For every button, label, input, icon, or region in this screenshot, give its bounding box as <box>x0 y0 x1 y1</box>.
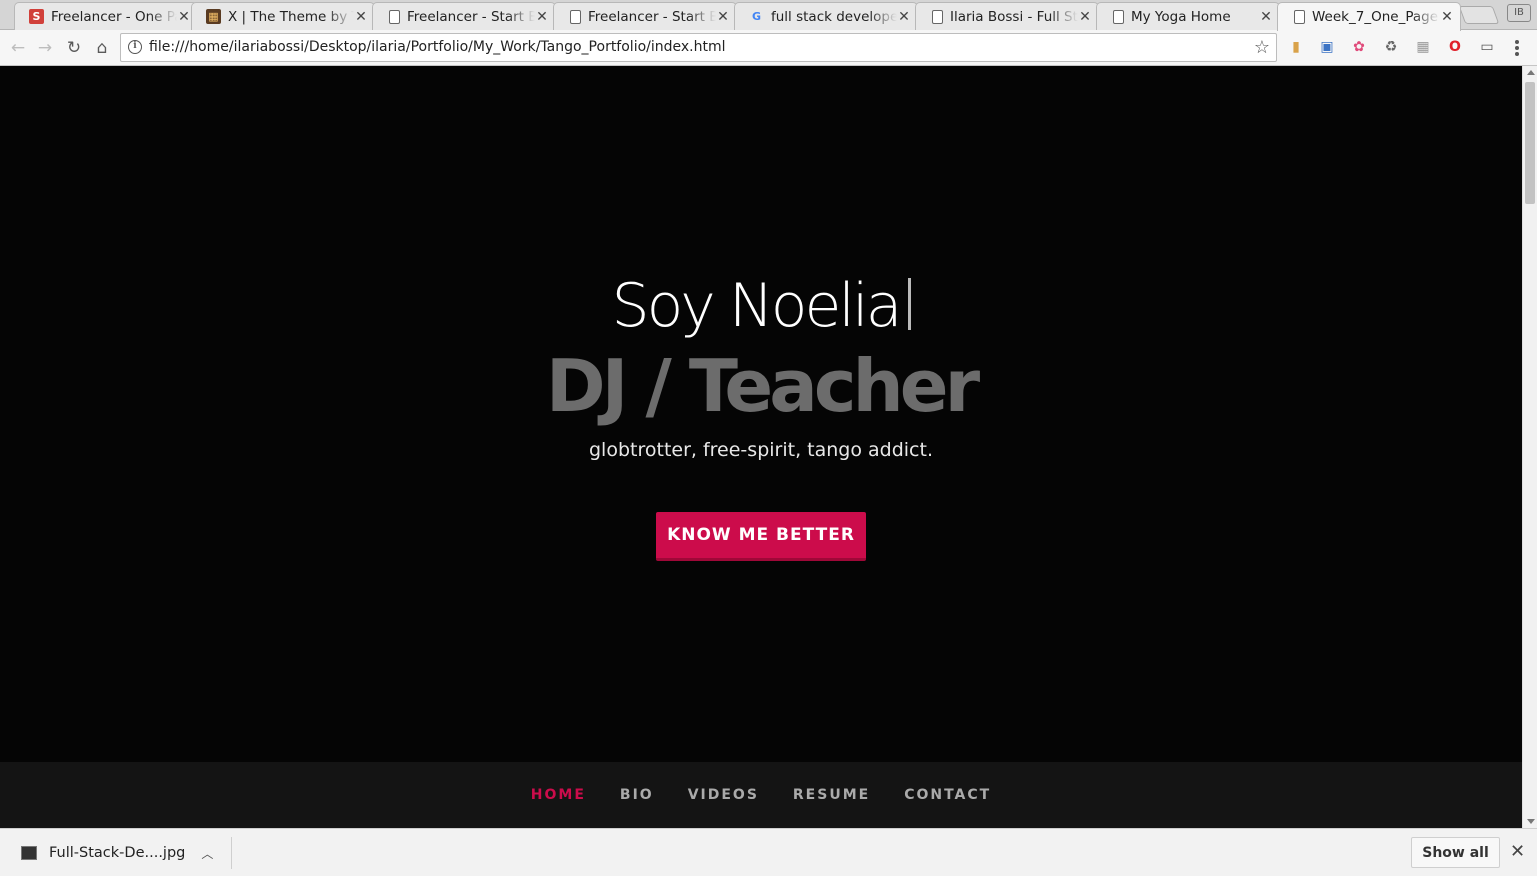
tab-title: X | The Theme by Themeco <box>228 8 354 25</box>
bookmark-extension-icon[interactable]: ▮ <box>1287 38 1305 56</box>
show-all-button[interactable]: Show all <box>1411 837 1500 868</box>
hero-tagline: globtrotter, free-spirit, tango addict. <box>589 439 933 461</box>
tab-title: full stack developer <box>771 8 897 25</box>
hero-greeting: Soy Noelia <box>0 266 1522 346</box>
address-bar[interactable]: i file:///home/ilariabossi/Desktop/ilari… <box>120 33 1277 62</box>
page-icon <box>389 9 400 24</box>
browser-tab[interactable]: S Freelancer - One Page ✕ <box>14 2 198 30</box>
tab-title: Ilaria Bossi - Full Stack <box>950 8 1078 25</box>
download-filename[interactable]: Full-Stack-De....jpg <box>49 845 185 861</box>
hero-role: DJ / Teacher <box>545 344 980 428</box>
download-item[interactable]: Full-Stack-De....jpg ︿ <box>14 837 232 869</box>
tab-title: Freelancer - One Page <box>51 8 177 25</box>
page-icon <box>570 9 581 24</box>
nav-link-contact[interactable]: CONTACT <box>887 787 1008 803</box>
google-icon: G <box>751 10 762 23</box>
nav-link-home[interactable]: HOME <box>514 787 603 803</box>
browser-tab[interactable]: Ilaria Bossi - Full Stack ✕ <box>915 2 1099 30</box>
tab-title: My Yoga Home <box>1131 8 1231 25</box>
nav-link-videos[interactable]: VIDEOS <box>671 787 776 803</box>
browser-tab[interactable]: Freelancer - Start Bootstrap ✕ <box>372 2 556 30</box>
cast-icon[interactable]: ▭ <box>1478 38 1496 56</box>
chevron-up-icon[interactable]: ︿ <box>201 845 213 862</box>
recycle-extension-icon[interactable]: ♻ <box>1382 38 1400 56</box>
tab-title: Freelancer - Start Bootstrap <box>588 8 716 25</box>
browser-tab[interactable]: ▦ X | The Theme by Themeco ✕ <box>191 2 375 30</box>
new-tab-button[interactable] <box>1458 6 1500 24</box>
x-theme-icon: ▦ <box>206 9 221 24</box>
tab-title: Week_7_One_Page <box>1312 9 1438 25</box>
vertical-scrollbar[interactable] <box>1522 66 1537 828</box>
hero-section: Soy Noelia DJ / Teacher globtrotter, fre… <box>0 66 1522 762</box>
close-icon[interactable]: ✕ <box>177 9 191 25</box>
back-arrow-icon[interactable]: ← <box>6 36 30 60</box>
scroll-down-arrow-icon[interactable] <box>1527 819 1535 824</box>
close-icon[interactable]: ✕ <box>1078 9 1092 25</box>
image-file-icon <box>21 846 37 860</box>
browser-toolbar: ← → ↻ ⌂ i file:///home/ilariabossi/Deskt… <box>0 30 1537 66</box>
page-viewport: Soy Noelia DJ / Teacher globtrotter, fre… <box>0 66 1522 828</box>
close-icon[interactable]: ✕ <box>897 9 911 25</box>
site-navbar: HOME BIO VIDEOS RESUME CONTACT <box>0 762 1522 828</box>
browser-tab[interactable]: My Yoga Home ✕ <box>1096 2 1280 30</box>
know-me-better-button[interactable]: KNOW ME BETTER <box>656 512 866 561</box>
page-icon <box>1113 9 1124 24</box>
grid-extension-icon[interactable]: ▦ <box>1414 38 1432 56</box>
nav-link-bio[interactable]: BIO <box>603 787 671 803</box>
page-icon <box>1294 10 1305 24</box>
url-text[interactable]: file:///home/ilariabossi/Desktop/ilaria/… <box>149 39 726 55</box>
browser-tab-active[interactable]: Week_7_One_Page ✕ <box>1277 2 1461 31</box>
info-icon[interactable]: i <box>128 40 142 54</box>
close-icon[interactable]: ✕ <box>1440 9 1454 25</box>
close-icon[interactable]: ✕ <box>354 9 368 25</box>
close-icon[interactable]: ✕ <box>535 9 549 25</box>
page-icon <box>932 9 943 24</box>
scroll-thumb[interactable] <box>1525 82 1535 204</box>
menu-icon[interactable] <box>1515 40 1519 56</box>
opera-extension-icon[interactable]: O <box>1446 38 1464 56</box>
nav-link-resume[interactable]: RESUME <box>776 787 887 803</box>
s-icon: S <box>29 9 44 24</box>
greeting-text: Soy Noelia <box>611 271 903 341</box>
scroll-up-arrow-icon[interactable] <box>1527 70 1535 75</box>
home-icon[interactable]: ⌂ <box>90 36 114 60</box>
browser-tab[interactable]: Freelancer - Start Bootstrap ✕ <box>553 2 737 30</box>
star-icon[interactable]: ☆ <box>1254 37 1270 58</box>
reload-icon[interactable]: ↻ <box>62 36 86 60</box>
close-icon[interactable]: ✕ <box>1510 841 1525 862</box>
tab-title: Freelancer - Start Bootstrap <box>407 8 535 25</box>
forward-arrow-icon[interactable]: → <box>33 36 57 60</box>
color-picker-extension-icon[interactable]: ✿ <box>1350 38 1368 56</box>
typing-caret <box>907 278 911 330</box>
close-icon[interactable]: ✕ <box>716 9 730 25</box>
close-icon[interactable]: ✕ <box>1259 9 1273 25</box>
tab-strip: S Freelancer - One Page ✕ ▦ X | The Them… <box>0 0 1537 31</box>
download-shelf: Full-Stack-De....jpg ︿ Show all ✕ <box>0 828 1537 876</box>
screenshot-extension-icon[interactable]: ▣ <box>1318 38 1336 56</box>
browser-tab[interactable]: G full stack developer ✕ <box>734 2 918 30</box>
profile-badge[interactable]: IB <box>1507 4 1531 22</box>
